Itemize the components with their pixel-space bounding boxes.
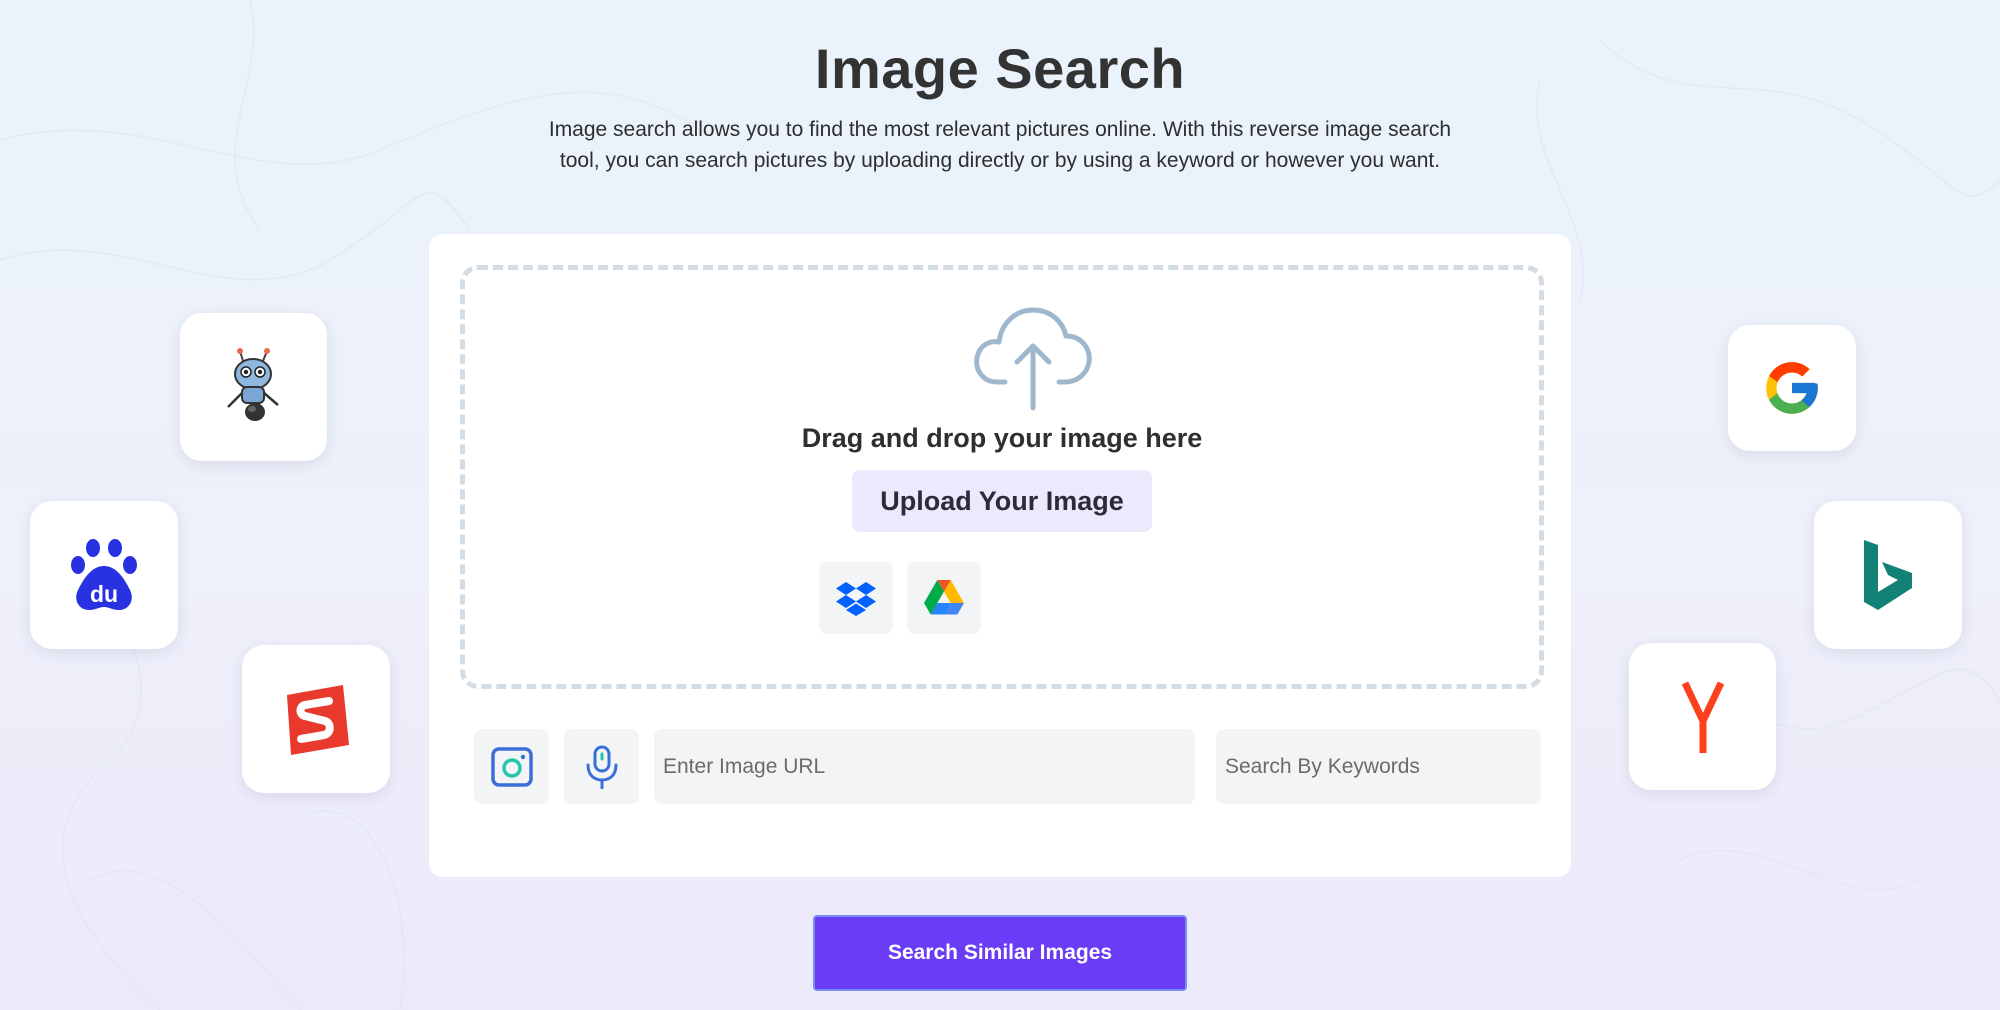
camera-search-button[interactable]	[474, 729, 549, 804]
microphone-icon	[586, 745, 617, 789]
engine-tile-baidu[interactable]: du	[30, 501, 178, 649]
upload-image-button[interactable]: Upload Your Image	[852, 470, 1152, 532]
sogou-icon	[287, 685, 349, 755]
baidu-logo-text: du	[90, 581, 118, 607]
drop-zone[interactable]: Drag and drop your image here Upload You…	[460, 265, 1544, 689]
yandex-icon	[1681, 681, 1724, 753]
engine-tile-bing[interactable]	[1814, 501, 1962, 649]
keywords-search-input[interactable]	[1216, 729, 1541, 804]
cloud-upload-icon	[974, 307, 1092, 411]
robot-icon	[226, 348, 279, 421]
voice-search-button[interactable]	[564, 729, 639, 804]
google-drive-button[interactable]	[907, 562, 981, 634]
camera-icon	[490, 746, 533, 787]
engine-tile-sogou[interactable]	[242, 645, 390, 793]
google-drive-icon	[924, 580, 964, 615]
image-url-input[interactable]	[654, 729, 1195, 804]
engine-tile-google[interactable]	[1728, 325, 1856, 451]
page-description: Image search allows you to find the most…	[548, 118, 1452, 172]
engine-tile-yandex[interactable]	[1629, 643, 1776, 790]
drop-instruction-text: Drag and drop your image here	[801, 423, 1203, 453]
search-similar-images-button[interactable]: Search Similar Images	[813, 915, 1187, 991]
google-icon	[1766, 362, 1818, 414]
upload-card: Drag and drop your image here Upload You…	[429, 234, 1571, 877]
page-title: Image Search	[814, 37, 1186, 100]
baidu-icon: du	[71, 539, 137, 610]
dropbox-icon	[836, 582, 876, 616]
dropbox-button[interactable]	[819, 562, 893, 634]
bing-icon	[1864, 540, 1912, 610]
engine-tile-robot[interactable]	[180, 313, 327, 461]
